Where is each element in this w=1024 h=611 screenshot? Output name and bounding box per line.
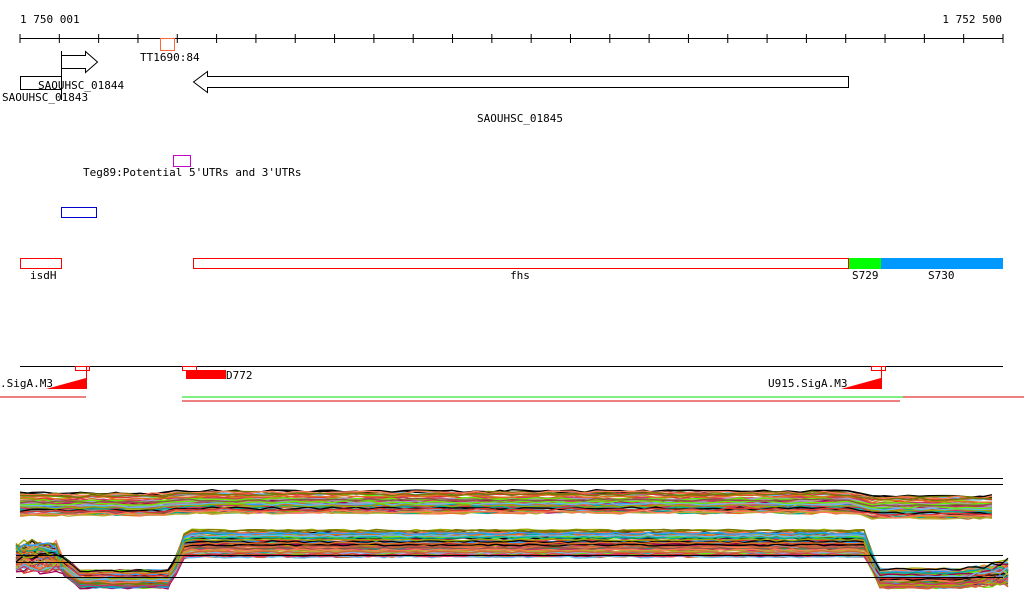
promoter-marker-left[interactable]: [75, 366, 90, 371]
promoter-left-label: .SigA.M3: [0, 377, 53, 390]
fhs-feature[interactable]: [193, 258, 849, 269]
s729-feature[interactable]: [849, 258, 881, 269]
expression-profiles: [15, 489, 1009, 590]
teg89-label: Teg89:Potential 5'UTRs and 3'UTRs: [83, 166, 302, 179]
ruler-start-label: 1 750 001: [20, 13, 80, 26]
tt1690-feature[interactable]: [160, 38, 175, 51]
genome-browser-view: 1 750 001 1 752 500 TT1690:84 SAOUHSC_01…: [0, 13, 1024, 590]
tt1690-label: TT1690:84: [140, 51, 200, 64]
teg89-feature[interactable]: [173, 155, 191, 167]
blue-feature[interactable]: [61, 207, 97, 218]
fhs-label: fhs: [510, 269, 530, 282]
gene-saouhsc-01845[interactable]: [192, 70, 849, 94]
promoter-middle-label: D772: [226, 369, 253, 382]
ruler-end-label: 1 752 500: [942, 13, 1002, 26]
isdH-feature[interactable]: [20, 258, 62, 269]
isdH-label: isdH: [30, 269, 57, 282]
s730-feature[interactable]: [881, 258, 1003, 269]
promoter-marker-right[interactable]: [871, 366, 886, 371]
gene-saouhsc-01845-label: SAOUHSC_01845: [477, 112, 563, 125]
promoter-right-label: U915.SigA.M3: [768, 377, 847, 390]
gene-saouhsc-01844[interactable]: [61, 50, 99, 74]
s730-label: S730: [928, 269, 955, 282]
gene-saouhsc-01843-label: SAOUHSC_01843: [2, 91, 88, 104]
promoter-marker-middle[interactable]: [182, 366, 197, 371]
promoter-block-middle[interactable]: [186, 370, 226, 379]
s729-label: S729: [852, 269, 879, 282]
